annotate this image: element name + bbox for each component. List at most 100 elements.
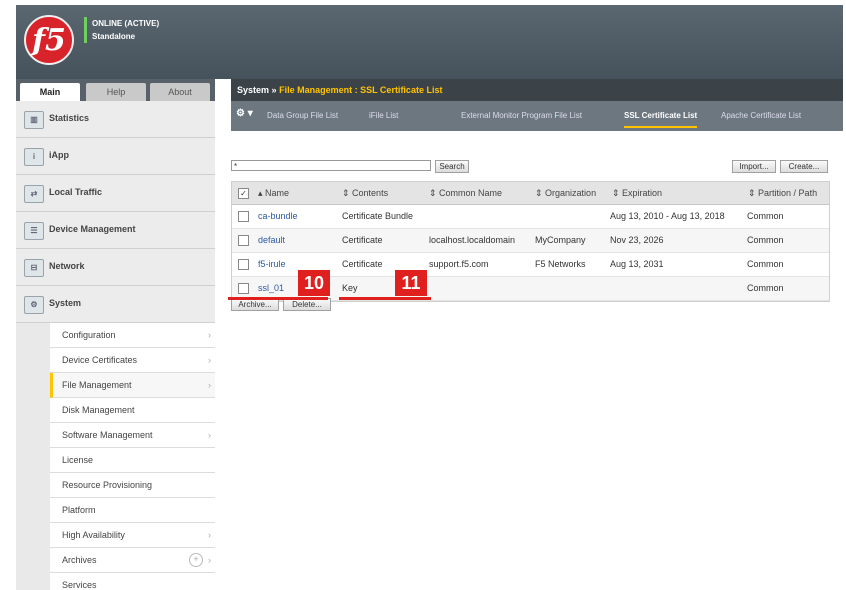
sidebar-item-local-traffic[interactable]: ⇄ Local Traffic [16,175,215,212]
cert-expiration: Aug 13, 2031 [610,259,664,269]
column-organization[interactable]: ⇕ Organization [535,182,596,204]
submenu-disk-management[interactable]: Disk Management [50,398,215,423]
sidebar-item-label: iApp [49,150,69,160]
gear-icon[interactable]: ⚙ ▾ [236,108,253,119]
cert-partition: Common [747,211,784,221]
cert-contents: Certificate Bundle [342,211,414,221]
cert-common-name: support.f5.com [429,259,489,269]
cert-name-link[interactable]: f5-irule [258,253,286,276]
column-name[interactable]: ▴ Name [258,182,289,204]
table-row: default Certificate localhost.localdomai… [232,229,829,253]
submenu-resource-provisioning[interactable]: Resource Provisioning [50,473,215,498]
table-header: ✓ ▴ Name ⇕ Contents ⇕ Common Name ⇕ Orga… [232,182,829,205]
sidebar-item-statistics[interactable]: ▥ Statistics [16,101,215,138]
row-checkbox[interactable] [238,235,249,246]
chevron-right-icon: › [208,430,211,440]
system-submenu: Configuration › Device Certificates › File… [16,323,215,590]
tab-ssl-certificate-list[interactable]: SSL Certificate List [624,108,698,128]
tab-data-group-file-list[interactable]: Data Group File List [267,108,338,124]
chevron-right-icon: › [208,330,211,340]
nav-tabs: Main Help About [16,79,215,101]
row-checkbox[interactable] [238,283,249,294]
tab-external-monitor-program-file-list[interactable]: External Monitor Program File List [461,108,582,124]
status-online: ONLINE (ACTIVE) [92,19,160,28]
tab-about[interactable]: About [150,83,210,101]
f5-logo: f5 [24,15,74,65]
cert-contents: Certificate [342,235,383,245]
system-icon: ⚙ [24,296,44,314]
annotation-badge-11: 11 [395,270,427,296]
submenu-license[interactable]: License [50,448,215,473]
device-status: ONLINE (ACTIVE) Standalone [84,17,159,43]
device-icon: ☰ [24,222,44,240]
submenu-label: Platform [62,505,96,515]
chart-icon: ▥ [24,111,44,129]
chevron-right-icon: › [208,380,211,390]
submenu-configuration[interactable]: Configuration › [50,323,215,348]
breadcrumb-root[interactable]: System [237,85,269,95]
sidebar-item-label: Network [49,261,85,271]
network-icon: ⊟ [24,259,44,277]
submenu-label: Configuration [62,330,116,340]
tab-apache-certificate-list[interactable]: Apache Certificate List [721,108,801,124]
cert-partition: Common [747,283,784,293]
cert-name-link[interactable]: default [258,229,285,252]
sidebar-item-network[interactable]: ⊟ Network [16,249,215,286]
sidebar-item-device-management[interactable]: ☰ Device Management [16,212,215,249]
submenu-label: High Availability [62,530,125,540]
chevron-right-icon: › [208,355,211,365]
sidebar-item-iapp[interactable]: i iApp [16,138,215,175]
column-contents[interactable]: ⇕ Contents [342,182,388,204]
annotation-badge-10: 10 [298,270,330,296]
sidebar-item-label: Local Traffic [49,187,103,197]
cert-name-link[interactable]: ca-bundle [258,205,298,228]
add-icon[interactable]: + [189,553,203,567]
tab-help[interactable]: Help [86,83,146,101]
select-all-checkbox[interactable]: ✓ [238,188,249,199]
submenu-software-management[interactable]: Software Management › [50,423,215,448]
column-common-name[interactable]: ⇕ Common Name [429,182,502,204]
column-partition-path[interactable]: ⇕ Partition / Path [748,182,817,204]
submenu-label: License [62,455,94,465]
row-checkbox[interactable] [238,211,249,222]
f5-window: f5 ONLINE (ACTIVE) Standalone Main Help … [16,5,843,590]
top-banner: f5 ONLINE (ACTIVE) Standalone [16,5,843,79]
annotation-underline-name [228,297,328,300]
cert-expiration: Aug 13, 2010 - Aug 13, 2018 [610,211,725,221]
breadcrumb-path: File Management : SSL Certificate List [279,85,443,95]
tab-main[interactable]: Main [20,83,80,101]
search-input[interactable]: * [231,160,431,171]
cert-contents: Certificate [342,259,383,269]
cert-partition: Common [747,259,784,269]
submenu-platform[interactable]: Platform [50,498,215,523]
row-checkbox[interactable] [238,259,249,270]
left-navigation: Main Help About ▥ Statistics i iApp ⇄ Lo… [16,79,215,590]
submenu-label: Device Certificates [62,355,138,365]
sidebar-item-label: Device Management [49,224,136,234]
file-management-tabs: ⚙ ▾ Data Group File List iFile List Exte… [231,101,843,131]
import-button[interactable]: Import... [732,160,776,173]
cert-expiration: Nov 23, 2026 [610,235,664,245]
tab-ifile-list[interactable]: iFile List [369,108,398,124]
cert-organization: F5 Networks [535,259,586,269]
traffic-icon: ⇄ [24,185,44,203]
submenu-high-availability[interactable]: High Availability › [50,523,215,548]
create-button[interactable]: Create... [780,160,828,173]
iapp-icon: i [24,148,44,166]
submenu-label: Resource Provisioning [62,480,153,490]
cert-organization: MyCompany [535,235,586,245]
breadcrumb-separator: » [271,85,277,95]
chevron-right-icon: › [208,555,211,565]
submenu-label: File Management [62,380,132,390]
column-expiration[interactable]: ⇕ Expiration [612,182,662,204]
search-button[interactable]: Search [435,160,469,173]
chevron-right-icon: › [208,530,211,540]
submenu-device-certificates[interactable]: Device Certificates › [50,348,215,373]
submenu-archives[interactable]: Archives + › [50,548,215,573]
table-row: ca-bundle Certificate Bundle Aug 13, 201… [232,205,829,229]
submenu-services[interactable]: Services [50,573,215,590]
submenu-file-management[interactable]: File Management › [50,373,215,398]
sidebar-item-system[interactable]: ⚙ System [16,286,215,323]
submenu-label: Services [62,580,97,590]
cert-partition: Common [747,235,784,245]
